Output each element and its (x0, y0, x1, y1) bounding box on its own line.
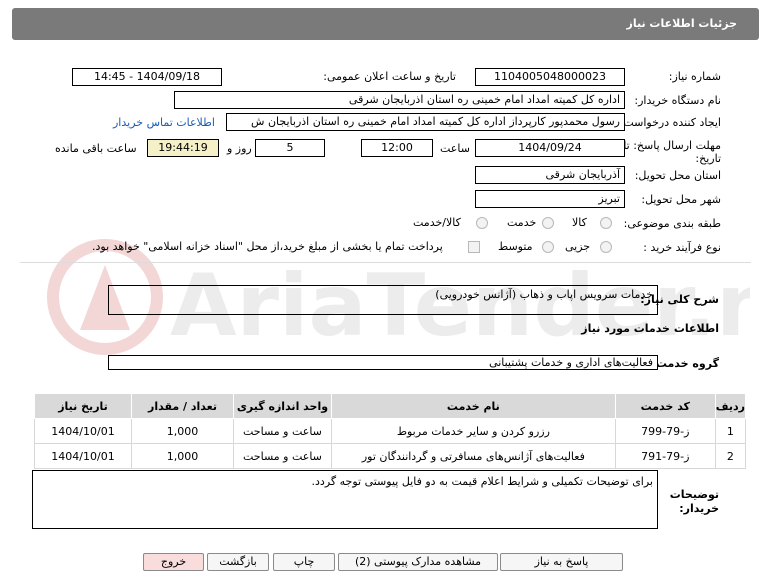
table-header-row: ردیف کد خدمت نام خدمت واحد اندازه گیری ت… (33, 393, 747, 419)
exit-button[interactable]: خروج (143, 553, 204, 571)
cell-quantity: 1,000 (131, 443, 234, 469)
deadline-time-field: 12:00 (361, 139, 433, 157)
service-group-field: فعالیت‌های اداری و خدمات پشتیبانی (108, 355, 658, 370)
requester-field: رسول محمدپور کارپرداز اداره کل کمیته امد… (226, 113, 625, 131)
view-attachments-button[interactable]: مشاهده مدارک پیوستی (2) (338, 553, 498, 571)
requester-label: ایجاد کننده درخواست: (619, 116, 721, 129)
column-header-service-name: نام خدمت (330, 393, 616, 419)
column-header-need-date: تاریخ نیاز (33, 393, 133, 419)
deadline-date-field: 1404/09/24 (475, 139, 625, 157)
cell-need-date: 1404/10/01 (33, 443, 133, 469)
deadline-label: مهلت ارسال پاسخ: تا (623, 139, 721, 152)
category-label: طبقه بندی موضوعی: (623, 217, 721, 230)
column-header-row-number: ردیف (714, 393, 747, 419)
buyer-org-field: اداره کل کمیته امداد امام خمینی ره استان… (174, 91, 625, 109)
cell-row-number: 1 (714, 418, 747, 444)
category-option-service: خدمت (507, 216, 537, 229)
cell-unit: ساعت و مساحت (232, 443, 332, 469)
need-number-label: شماره نیاز: (668, 70, 721, 83)
process-radio-medium[interactable] (542, 241, 554, 253)
services-table: ردیف کد خدمت نام خدمت واحد اندازه گیری ت… (33, 393, 747, 469)
province-field: آذربایجان شرقی (475, 166, 625, 184)
section-divider (20, 262, 751, 263)
cell-row-number: 2 (714, 443, 747, 469)
column-header-quantity: تعداد / مقدار (131, 393, 234, 419)
reply-to-need-button[interactable]: پاسخ به نیاز (500, 553, 623, 571)
city-label: شهر محل تحویل: (641, 193, 721, 206)
category-option-goods-service: کالا/خدمت (413, 216, 461, 229)
process-option-medium: متوسط (498, 240, 533, 253)
services-section-title: اطلاعات خدمات مورد نیاز (581, 322, 719, 335)
table-row: 2 ز-79-791 فعالیت‌های آژانس‌های مسافرتی … (33, 443, 747, 469)
column-header-service-code: کد خدمت (614, 393, 716, 419)
back-button[interactable]: بازگشت (207, 553, 269, 571)
summary-text: خدمات سرویس اپاب و ذهاب (آژانس خودرویی) (435, 288, 653, 301)
category-radio-service[interactable] (542, 217, 554, 229)
cell-service-name: فعالیت‌های آژانس‌های مسافرتی و گردانندگا… (330, 443, 616, 469)
category-radio-goods-service[interactable] (476, 217, 488, 229)
announce-date-field: 1404/09/18 - 14:45 (72, 68, 222, 86)
table-row: 1 ز-79-799 رزرو کردن و سایر خدمات مربوط … (33, 418, 747, 444)
buyer-notes-text: برای توضیحات تکمیلی و شرایط اعلام قیمت ب… (311, 475, 653, 488)
buyer-contact-link[interactable]: اطلاعات تماس خریدار (113, 116, 215, 129)
column-header-unit: واحد اندازه گیری (232, 393, 332, 419)
category-option-goods: کالا (572, 216, 587, 229)
days-label: روز و (227, 142, 252, 155)
summary-textarea[interactable]: خدمات سرویس اپاب و ذهاب (آژانس خودرویی) (108, 285, 658, 315)
treasury-payment-checkbox[interactable] (468, 241, 480, 253)
process-radio-minor[interactable] (600, 241, 612, 253)
announce-date-label: تاریخ و ساعت اعلان عمومی: (323, 70, 456, 83)
buyer-notes-label-2: خریدار: (679, 502, 719, 515)
treasury-payment-text: پرداخت تمام یا بخشی از مبلغ خرید،از محل … (92, 240, 443, 253)
buyer-notes-textarea[interactable]: برای توضیحات تکمیلی و شرایط اعلام قیمت ب… (32, 470, 658, 529)
city-field: تبریز (475, 190, 625, 208)
remaining-time-label: ساعت باقی مانده (55, 142, 137, 155)
remaining-time-field: 19:44:19 (147, 139, 219, 157)
province-label: استان محل تحویل: (634, 169, 721, 182)
cell-quantity: 1,000 (131, 418, 234, 444)
process-option-minor: جزیی (565, 240, 591, 253)
cell-service-code: ز-79-791 (614, 443, 716, 469)
cell-service-name: رزرو کردن و سایر خدمات مربوط (330, 418, 616, 444)
deadline-time-label: ساعت (440, 142, 470, 155)
print-button[interactable]: چاپ (273, 553, 335, 571)
deadline-label-2: تاریخ: (695, 152, 721, 165)
cell-service-code: ز-79-799 (614, 418, 716, 444)
process-type-label: نوع فرآیند خرید : (643, 241, 721, 254)
category-radio-goods[interactable] (600, 217, 612, 229)
service-group-label: گروه خدمت: (651, 357, 719, 370)
days-remaining-field: 5 (255, 139, 325, 157)
cell-need-date: 1404/10/01 (33, 418, 133, 444)
need-number-field: 1104005048000023 (475, 68, 625, 86)
buyer-org-label: نام دستگاه خریدار: (634, 94, 721, 107)
buyer-notes-label: توضیحات (669, 488, 719, 501)
page-title: جزئیات اطلاعات نیاز (626, 17, 738, 30)
cell-unit: ساعت و مساحت (232, 418, 332, 444)
